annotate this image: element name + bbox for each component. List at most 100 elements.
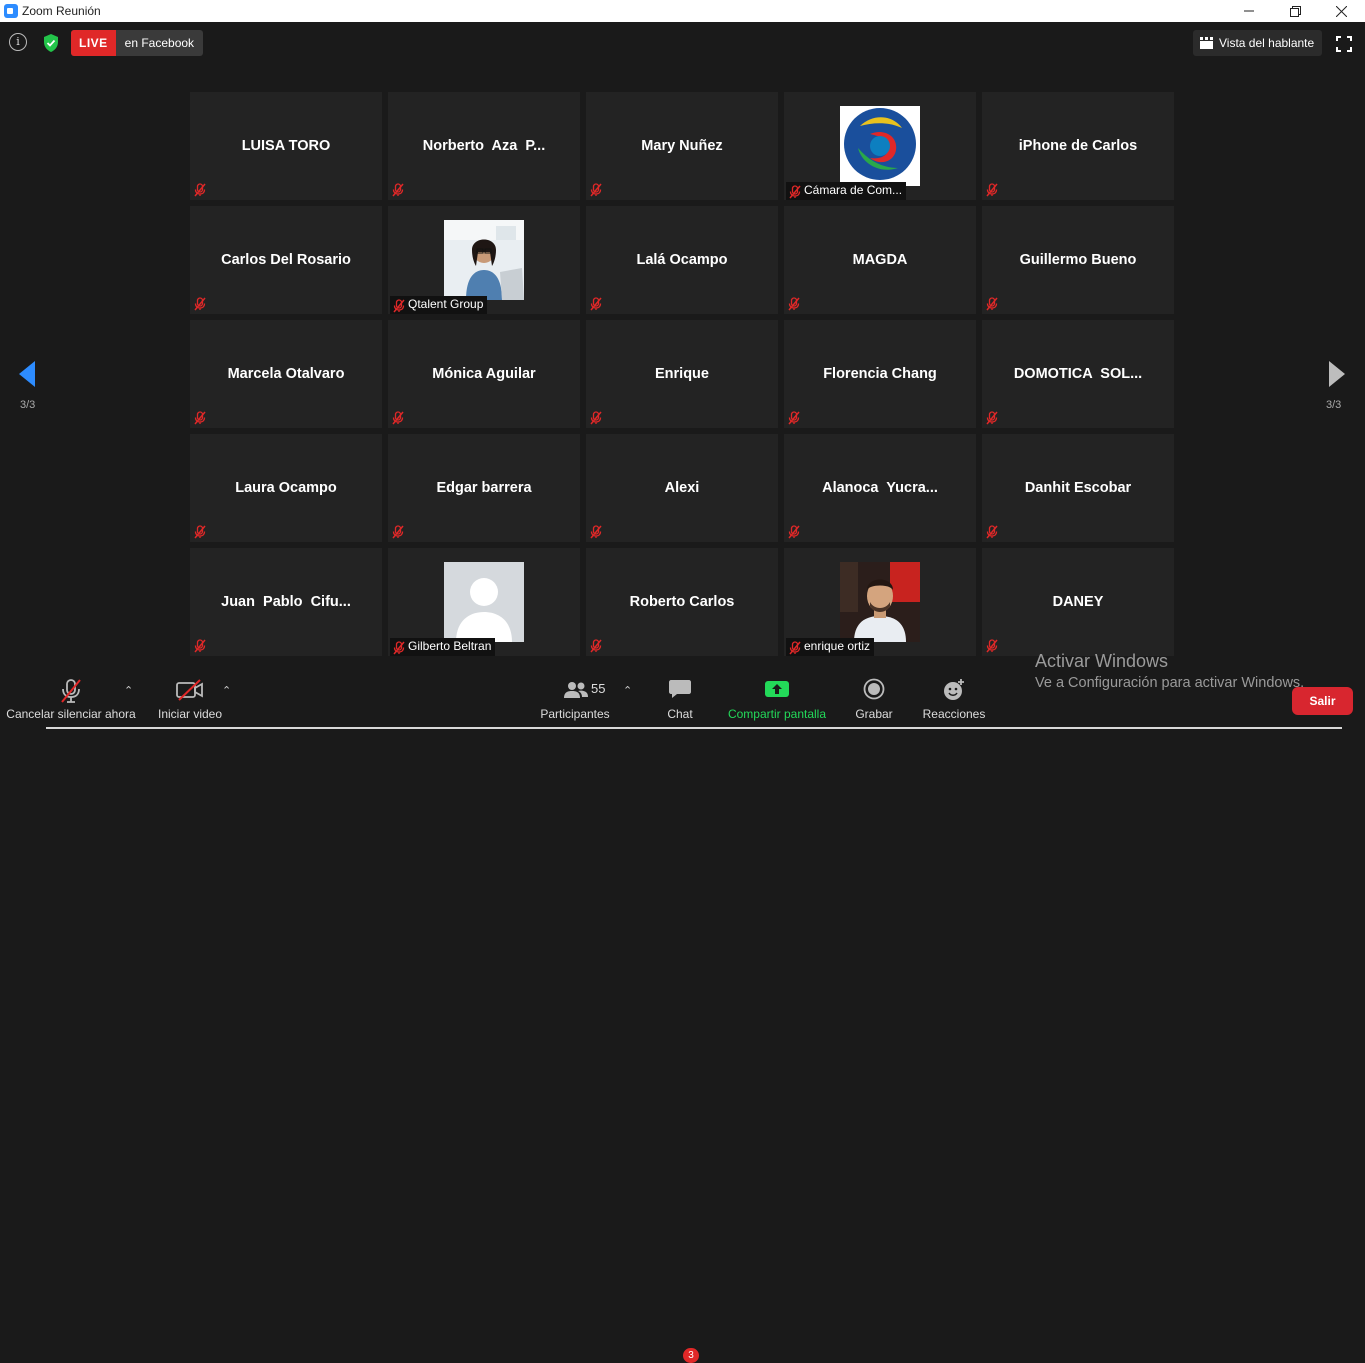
participant-tile[interactable]: Guillermo Bueno <box>982 206 1174 314</box>
microphone-muted-icon <box>392 525 404 539</box>
microphone-muted-icon <box>986 297 998 311</box>
participant-tile[interactable]: Norberto Aza P... <box>388 92 580 200</box>
participant-tile[interactable]: Danhit Escobar <box>982 434 1174 542</box>
close-icon <box>1335 5 1347 17</box>
microphone-muted-icon <box>393 299 405 313</box>
participant-tile[interactable]: Laura Ocampo <box>190 434 382 542</box>
participant-tile[interactable]: Alanoca Yucra... <box>784 434 976 542</box>
minimize-button[interactable] <box>1226 0 1272 22</box>
participant-tile[interactable]: Mary Nuñez <box>586 92 778 200</box>
participants-icon <box>564 682 588 698</box>
live-stream-badge[interactable]: LIVE en Facebook <box>71 30 204 56</box>
participant-name: Gilberto Beltran <box>408 639 492 653</box>
participant-profile-picture <box>444 220 524 300</box>
participant-name: Cámara de Com... <box>804 183 903 197</box>
participant-tile[interactable]: Marcela Otalvaro <box>190 320 382 428</box>
unmute-button[interactable]: Cancelar silenciar ahora <box>4 672 138 727</box>
participant-tile[interactable]: enrique ortiz <box>784 548 976 656</box>
audio-options-chevron-up-icon[interactable]: ⌃ <box>124 684 133 697</box>
window-title: Zoom Reunión <box>22 4 101 18</box>
microphone-muted-icon <box>194 639 206 653</box>
participant-name: Qtalent Group <box>408 297 484 311</box>
speaker-view-button[interactable]: Vista del hablante <box>1193 30 1322 56</box>
microphone-muted-icon <box>61 679 81 703</box>
unmute-label: Cancelar silenciar ahora <box>6 707 136 721</box>
participant-tile[interactable]: MAGDA <box>784 206 976 314</box>
microphone-muted-icon <box>788 525 800 539</box>
windows-activation-watermark: Activar Windows Ve a Configuración para … <box>1035 651 1304 691</box>
participant-name: Alexi <box>664 480 700 496</box>
microphone-muted-icon <box>194 183 206 197</box>
fullscreen-icon[interactable] <box>1336 36 1352 52</box>
video-camera-off-icon <box>176 679 203 701</box>
next-page-arrow[interactable] <box>1327 360 1347 388</box>
participant-tile[interactable]: Enrique <box>586 320 778 428</box>
participants-video-grid: LUISA TORO Norberto Aza P... Mary Nuñez Cám… <box>190 92 1174 656</box>
participant-tile[interactable]: Lalá Ocampo <box>586 206 778 314</box>
encryption-shield-icon[interactable] <box>41 33 61 53</box>
participant-tile[interactable]: Carlos Del Rosario <box>190 206 382 314</box>
share-screen-button[interactable]: Compartir pantalla <box>722 672 832 727</box>
participant-name: DOMOTICA SOL... <box>1013 366 1143 382</box>
participant-name: iPhone de Carlos <box>1018 138 1138 154</box>
previous-page-arrow[interactable] <box>17 360 37 388</box>
participant-name: Florencia Chang <box>823 366 937 382</box>
participant-tile[interactable]: Juan Pablo Cifu... <box>190 548 382 656</box>
participants-button[interactable]: 55 Participantes <box>538 672 612 727</box>
participant-tile[interactable]: Cámara de Com... <box>784 92 976 200</box>
participant-name-label: Qtalent Group <box>390 296 488 314</box>
participant-name: enrique ortiz <box>804 639 871 653</box>
participant-tile[interactable]: Roberto Carlos <box>586 548 778 656</box>
participant-tile[interactable]: Alexi <box>586 434 778 542</box>
participant-profile-picture <box>840 106 920 186</box>
watermark-title: Activar Windows <box>1035 651 1169 671</box>
participant-tile[interactable]: LUISA TORO <box>190 92 382 200</box>
participant-tile[interactable]: DOMOTICA SOL... <box>982 320 1174 428</box>
zoom-app-icon <box>4 4 18 18</box>
live-destination: en Facebook <box>124 36 195 50</box>
participant-tile[interactable]: Mónica Aguilar <box>388 320 580 428</box>
chat-label: Chat <box>667 707 693 721</box>
participant-tile[interactable]: Qtalent Group <box>388 206 580 314</box>
speaker-view-label: Vista del hablante <box>1219 36 1315 50</box>
reactions-button[interactable]: Reacciones <box>920 672 988 727</box>
microphone-muted-icon <box>194 297 206 311</box>
window-titlebar: Zoom Reunión <box>0 0 1365 22</box>
participant-tile[interactable]: iPhone de Carlos <box>982 92 1174 200</box>
participants-chevron-up-icon[interactable]: ⌃ <box>623 684 632 697</box>
microphone-muted-icon <box>590 525 602 539</box>
reactions-label: Reacciones <box>922 707 986 721</box>
close-window-button[interactable] <box>1318 0 1364 22</box>
participants-label: Participantes <box>540 707 610 721</box>
participant-name-label: enrique ortiz <box>786 638 875 656</box>
start-video-button[interactable]: Iniciar video <box>152 672 228 727</box>
live-tag: LIVE <box>71 30 116 56</box>
participant-tile[interactable]: Florencia Chang <box>784 320 976 428</box>
meeting-info-icon[interactable]: i <box>9 33 27 51</box>
microphone-muted-icon <box>590 297 602 311</box>
participant-name: Marcela Otalvaro <box>227 366 345 382</box>
leave-meeting-button[interactable]: Salir <box>1292 687 1353 715</box>
participant-tile[interactable]: DANEY <box>982 548 1174 656</box>
participant-name: Lalá Ocampo <box>636 252 728 268</box>
participant-name: Norberto Aza P... <box>422 138 546 154</box>
video-options-chevron-up-icon[interactable]: ⌃ <box>222 684 231 697</box>
restore-button[interactable] <box>1272 0 1318 22</box>
participant-name: Enrique <box>655 366 709 382</box>
participant-profile-picture <box>444 562 524 642</box>
chat-bubble-icon <box>669 680 691 698</box>
page-indicator-right: 3/3 <box>1326 399 1342 411</box>
share-screen-icon <box>765 681 789 697</box>
chat-button[interactable]: Chat <box>655 672 705 727</box>
record-button[interactable]: Grabar <box>850 672 898 727</box>
participant-tile[interactable]: Edgar barrera <box>388 434 580 542</box>
participant-name: Alanoca Yucra... <box>822 480 938 496</box>
microphone-muted-icon <box>789 185 801 199</box>
participant-profile-picture <box>840 562 920 642</box>
microphone-muted-icon <box>788 411 800 425</box>
reaction-smiley-icon <box>944 679 964 700</box>
microphone-muted-icon <box>392 411 404 425</box>
share-screen-label: Compartir pantalla <box>727 707 827 721</box>
participant-tile[interactable]: Gilberto Beltran <box>388 548 580 656</box>
page-indicator-left: 3/3 <box>20 399 36 411</box>
